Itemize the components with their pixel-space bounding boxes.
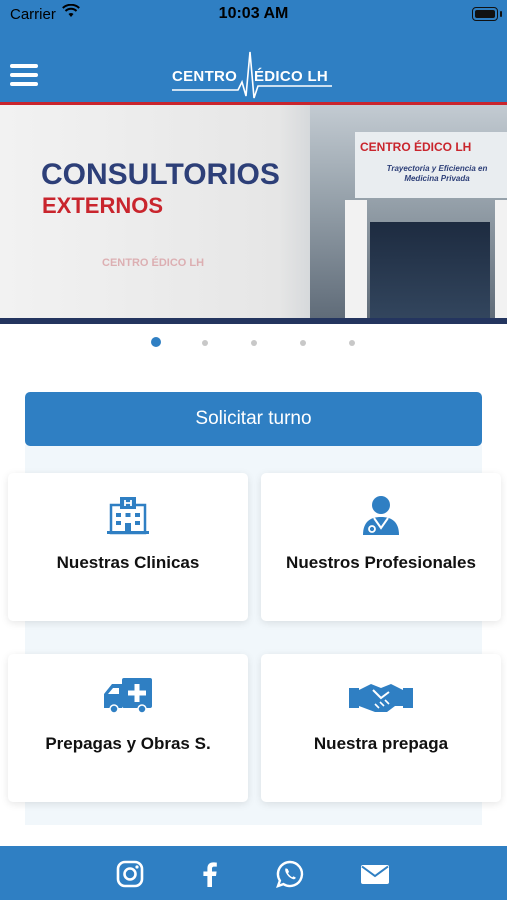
carousel-dot[interactable] (300, 340, 306, 346)
carousel-dot[interactable] (251, 340, 257, 346)
footer-bar (0, 846, 507, 900)
carousel-dot[interactable] (202, 340, 208, 346)
banner-watermark-logo: CENTRO ÉDICO LH (102, 257, 205, 269)
banner-subtitle: EXTERNOS (42, 193, 164, 218)
sign-subtitle: Trayectoria y Eficiencia en Medicina Pri… (386, 164, 488, 183)
battery-icon (472, 7, 502, 21)
handshake-icon (261, 676, 501, 718)
carousel-pagination (0, 336, 507, 350)
banner-bottom-border (0, 318, 507, 324)
sign-title: CENTRO ÉDICO LH (360, 140, 472, 154)
whatsapp-icon[interactable] (275, 859, 305, 889)
email-icon[interactable] (360, 859, 390, 889)
building-column (495, 200, 507, 320)
ambulance-icon (8, 676, 248, 718)
card-label: Nuestros Profesionales (286, 553, 476, 572)
hamburger-menu-icon[interactable] (10, 64, 38, 86)
logo-text-right: ÉDICO LH (254, 68, 329, 85)
building-sign: CENTRO ÉDICO LH Trayectoria y Eficiencia… (355, 132, 507, 198)
app-logo: CENTRO ÉDICO LH (172, 50, 332, 100)
logo-text-left: CENTRO (172, 68, 238, 85)
carousel-dot[interactable] (349, 340, 355, 346)
app-header: Carrier 10:03 AM CENTRO ÉDICO LH (0, 0, 507, 104)
carousel-dot[interactable] (151, 337, 161, 347)
status-bar: Carrier 10:03 AM (0, 0, 507, 30)
card-nuestras-clinicas[interactable]: Nuestras Clinicas (8, 473, 248, 621)
status-time: 10:03 AM (218, 5, 289, 22)
facebook-icon[interactable] (195, 859, 225, 889)
hospital-icon (8, 495, 248, 537)
banner-title: CONSULTORIOS (41, 158, 280, 191)
instagram-icon[interactable] (115, 859, 145, 889)
card-nuestra-prepaga[interactable]: Nuestra prepaga (261, 654, 501, 802)
building-column (345, 200, 367, 320)
doctor-icon (261, 495, 501, 537)
card-label: Nuestras Clinicas (56, 553, 200, 572)
card-prepagas-obras[interactable]: Prepagas y Obras S. (8, 654, 248, 802)
card-label: Prepagas y Obras S. (45, 734, 211, 753)
carousel-slide[interactable]: CONSULTORIOS EXTERNOS CENTRO ÉDICO LH CE… (0, 105, 507, 320)
card-label: Nuestra prepaga (313, 734, 449, 753)
card-nuestros-profesionales[interactable]: Nuestros Profesionales (261, 473, 501, 621)
building-image: CENTRO ÉDICO LH Trayectoria y Eficiencia… (310, 105, 507, 320)
building-entrance (370, 222, 490, 320)
request-appointment-button[interactable]: Solicitar turno (25, 392, 482, 446)
